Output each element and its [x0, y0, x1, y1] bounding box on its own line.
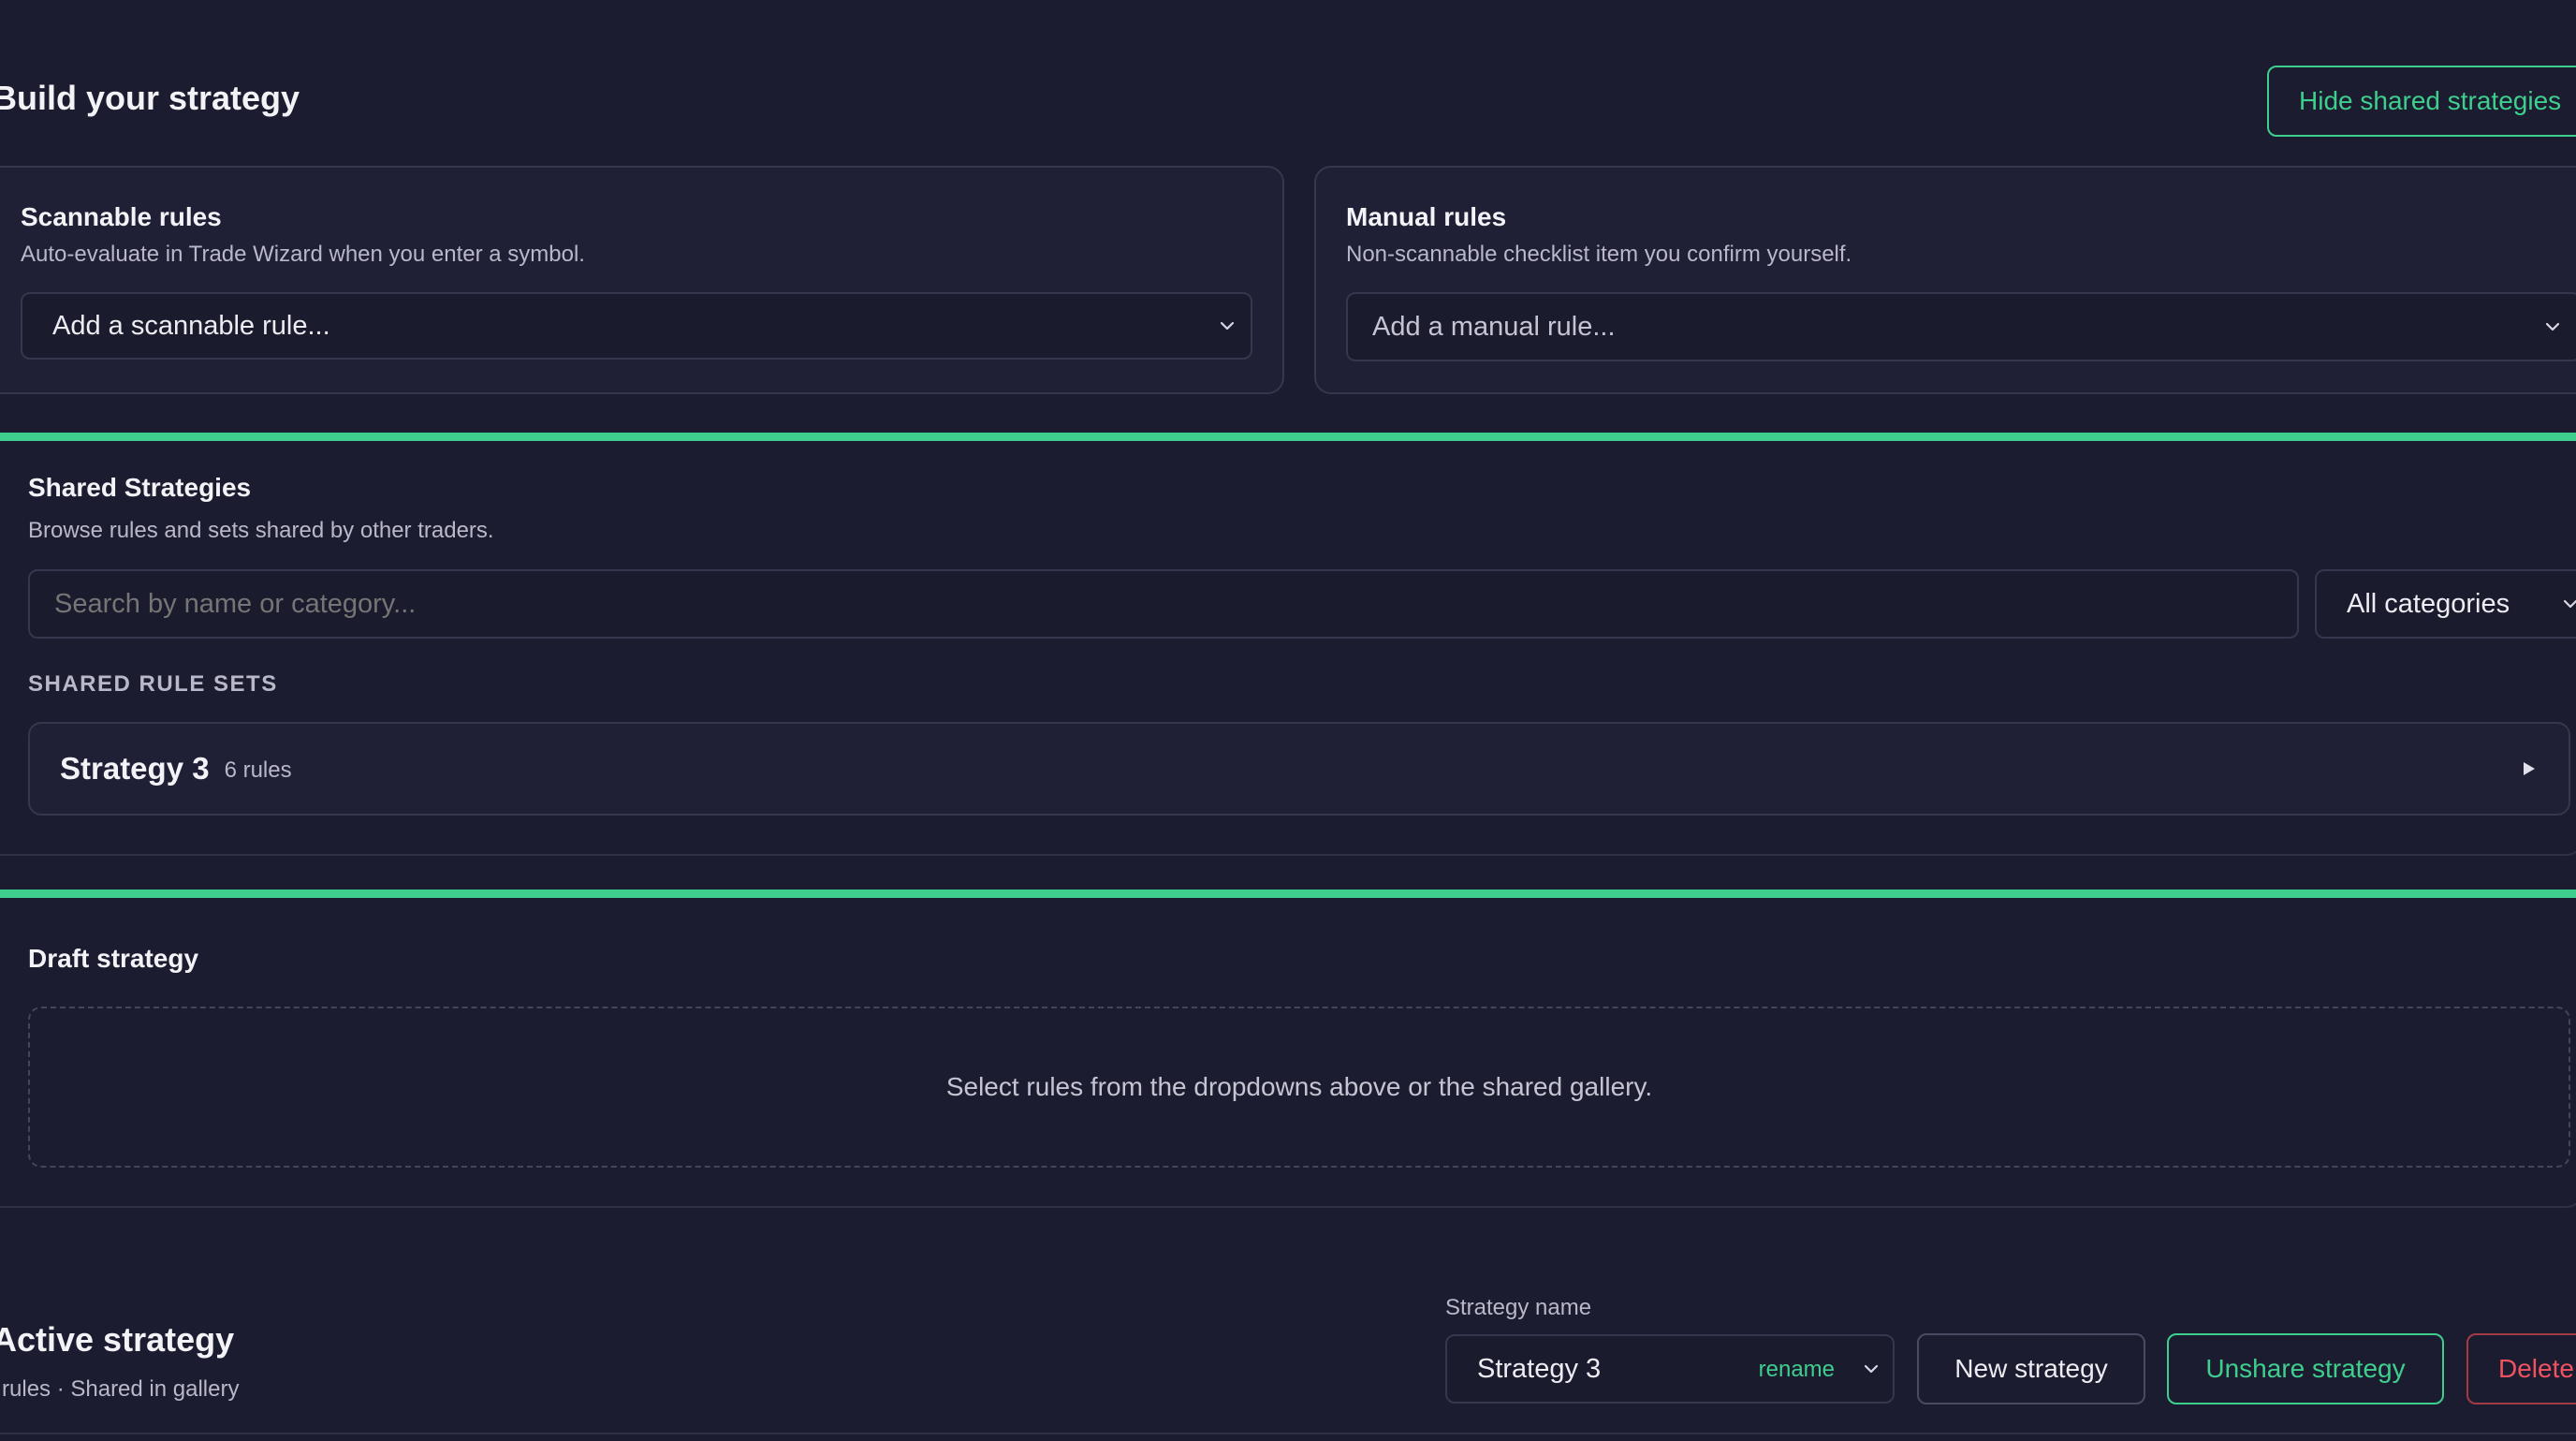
manual-rules-title: Manual rules: [1346, 202, 1507, 231]
scannable-rules-title: Scannable rules: [21, 202, 222, 231]
new-strategy-button[interactable]: New strategy: [1917, 1333, 2145, 1404]
chevron-down-icon: [1217, 316, 1237, 336]
manual-rule-select[interactable]: Add a manual rule...: [1346, 292, 2576, 361]
rule-set-name: Strategy 3: [60, 751, 210, 786]
scannable-rule-select-value: Add a scannable rule...: [52, 310, 330, 341]
shared-strategies-title: Shared Strategies: [28, 473, 252, 502]
category-filter-select[interactable]: All categories: [2315, 569, 2576, 639]
strategy-name-select[interactable]: Strategy 3 rename: [1445, 1334, 1895, 1404]
shared-strategies-subtitle: Browse rules and sets shared by other tr…: [28, 518, 494, 543]
scannable-rules-card: [0, 166, 1284, 394]
rule-set-count: 6 rules: [224, 757, 292, 783]
active-strategy-title: Active strategy: [0, 1320, 235, 1359]
draft-empty-state: Select rules from the dropdowns above or…: [28, 1007, 2570, 1168]
shared-rule-sets-label: SHARED RULE SETS: [28, 671, 278, 697]
shared-rule-set-item[interactable]: Strategy 3 6 rules: [28, 722, 2570, 816]
expand-arrow-icon: [2520, 759, 2539, 778]
unshare-strategy-button[interactable]: Unshare strategy: [2167, 1333, 2444, 1404]
scannable-rules-subtitle: Auto-evaluate in Trade Wizard when you e…: [21, 242, 585, 267]
category-filter-value: All categories: [2347, 588, 2510, 619]
bottom-divider: [0, 1433, 2576, 1434]
strategy-name-label: Strategy name: [1445, 1295, 1592, 1320]
page-title: Build your strategy: [0, 79, 300, 117]
shared-search-input[interactable]: [28, 569, 2299, 639]
strategy-name-value: Strategy 3: [1477, 1353, 1602, 1384]
hide-shared-button[interactable]: Hide shared strategies: [2267, 66, 2576, 137]
manual-rules-subtitle: Non-scannable checklist item you confirm…: [1346, 242, 1852, 267]
chevron-down-icon: [2542, 316, 2563, 337]
rename-link[interactable]: rename: [1759, 1357, 1835, 1383]
chevron-down-icon: [2560, 594, 2576, 614]
delete-strategy-button[interactable]: Delete: [2466, 1333, 2576, 1404]
chevron-down-icon: [1861, 1359, 1881, 1379]
manual-rule-select-value: Add a manual rule...: [1372, 311, 1616, 342]
draft-strategy-title: Draft strategy: [28, 944, 199, 973]
scannable-rule-select[interactable]: Add a scannable rule...: [21, 292, 1252, 360]
active-strategy-meta: 6 rules · Shared in gallery: [0, 1376, 240, 1402]
